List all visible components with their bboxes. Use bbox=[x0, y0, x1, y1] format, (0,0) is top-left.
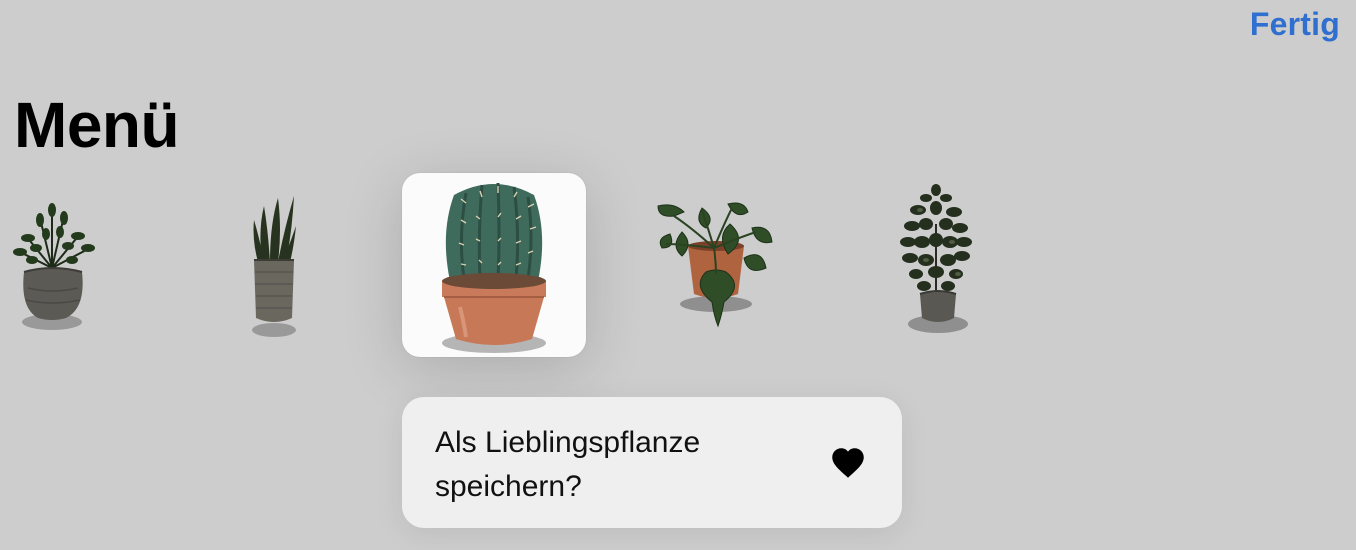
plant-snake-plant[interactable] bbox=[240, 190, 310, 340]
snake-plant-icon bbox=[252, 196, 296, 337]
plant-ficus[interactable] bbox=[896, 184, 980, 340]
cactus-icon bbox=[442, 182, 546, 353]
plant-zz-plant[interactable] bbox=[6, 198, 98, 338]
favorite-plant-label: Als Lieblingspflanze speichern? bbox=[435, 426, 701, 503]
zz-plant-icon bbox=[13, 203, 95, 330]
heart-icon bbox=[832, 448, 864, 478]
plant-cactus[interactable] bbox=[402, 173, 586, 357]
done-button[interactable]: Fertig bbox=[1250, 6, 1340, 43]
page-title: Menü bbox=[14, 89, 180, 161]
favorite-plant-menu-item[interactable]: Als Lieblingspflanze speichern? bbox=[402, 397, 902, 528]
philodendron-icon bbox=[657, 202, 773, 328]
small-tree-icon bbox=[900, 184, 972, 333]
plant-philodendron[interactable] bbox=[652, 198, 776, 334]
plant-carousel bbox=[0, 160, 1100, 360]
